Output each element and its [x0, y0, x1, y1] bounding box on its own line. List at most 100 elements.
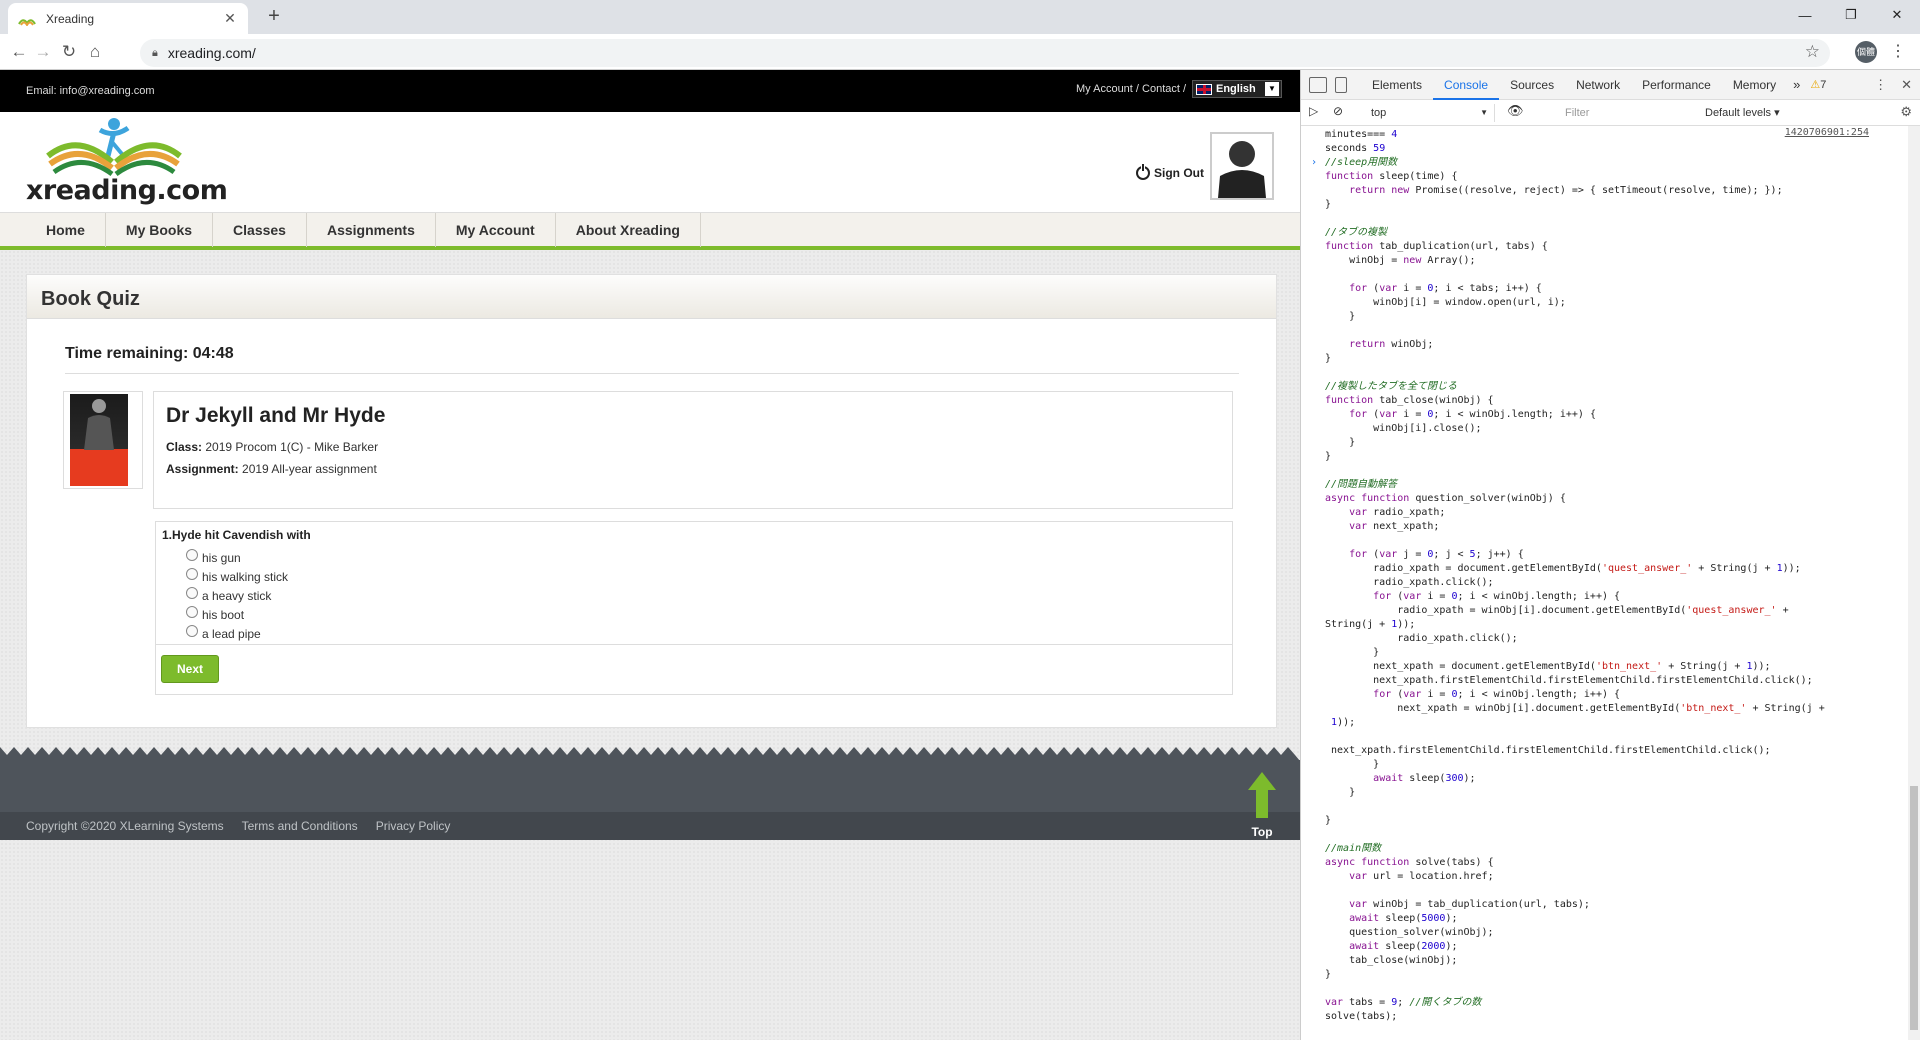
console-line: tab_close(winObj);	[1325, 955, 1458, 966]
radio-button[interactable]	[186, 567, 198, 580]
console-line: async function solve(tabs) {	[1325, 857, 1494, 868]
privacy-link[interactable]: Privacy Policy	[376, 819, 451, 833]
main-navigation: Home My Books Classes Assignments My Acc…	[0, 212, 1300, 250]
clear-console-icon[interactable]: ⊘	[1333, 104, 1343, 118]
new-tab-button[interactable]: +	[262, 5, 286, 28]
radio-button[interactable]	[186, 605, 198, 618]
console-line: }	[1325, 815, 1332, 826]
panel-title: Book Quiz	[27, 275, 1276, 319]
nav-home[interactable]: Home	[0, 213, 106, 247]
forward-arrow-icon[interactable]: →	[32, 41, 54, 63]
profile-avatar[interactable]: 個體	[1855, 41, 1877, 63]
tab-sources[interactable]: Sources	[1499, 70, 1565, 100]
nav-about-xreading[interactable]: About Xreading	[556, 213, 701, 247]
tab-console[interactable]: Console	[1433, 70, 1500, 100]
sign-out-label: Sign Out	[1154, 166, 1204, 180]
answer-option[interactable]: his walking stick	[186, 567, 1226, 586]
minimize-icon[interactable]: —	[1782, 0, 1828, 30]
footer-zigzag-divider	[0, 747, 1300, 761]
console-line: //複製したタブを全て閉じる	[1325, 381, 1458, 392]
back-arrow-icon[interactable]: ←	[8, 41, 30, 63]
radio-button[interactable]	[186, 548, 198, 561]
tab-memory[interactable]: Memory	[1722, 70, 1787, 100]
source-link[interactable]: 1420706901:254	[1785, 126, 1869, 140]
user-avatar[interactable]	[1210, 132, 1274, 200]
devtools-close-icon[interactable]: ✕	[1901, 77, 1912, 93]
terms-link[interactable]: Terms and Conditions	[242, 819, 358, 833]
chevron-down-icon: ▼	[1265, 82, 1279, 96]
account-contact-links[interactable]: My Account / Contact /	[1076, 83, 1186, 95]
device-toolbar-icon[interactable]	[1335, 76, 1347, 93]
language-select[interactable]: English ▼	[1192, 80, 1282, 98]
console-line: for (var i = 0; i < winObj.length; i++) …	[1373, 689, 1621, 700]
inspect-element-icon[interactable]	[1309, 76, 1327, 93]
sign-out-button[interactable]: Sign Out	[1136, 164, 1204, 180]
radio-button[interactable]	[186, 586, 198, 599]
browser-menu-icon[interactable]: ⋮	[1890, 41, 1906, 61]
nav-assignments[interactable]: Assignments	[307, 213, 436, 247]
browser-toolbar: ← → ↻ ⌂ 🔒︎ xreading.com/ ☆ 個體 ⋮	[0, 34, 1920, 70]
contact-email: Email: info@xreading.com	[26, 85, 155, 97]
console-line: }	[1325, 451, 1332, 462]
log-levels-select[interactable]: Default levels ▾	[1705, 104, 1780, 122]
tab-elements[interactable]: Elements	[1361, 70, 1433, 100]
console-line: }	[1325, 759, 1380, 770]
console-line: next_xpath.firstElementChild.firstElemen…	[1325, 675, 1813, 686]
book-cover-image	[70, 394, 128, 486]
home-icon[interactable]: ⌂	[84, 41, 106, 63]
console-output[interactable]: 1420706901:254 minutes=== 4 seconds 59//s…	[1301, 126, 1909, 1040]
browser-tab[interactable]: Xreading ✕	[8, 3, 248, 34]
answer-option[interactable]: a lead pipe	[186, 624, 1226, 643]
nav-my-books[interactable]: My Books	[106, 213, 214, 247]
console-line: radio_xpath.click();	[1325, 577, 1494, 588]
console-line: solve(tabs);	[1325, 1011, 1398, 1022]
copyright-text: Copyright ©2020 XLearning Systems	[26, 819, 224, 833]
tab-performance[interactable]: Performance	[1631, 70, 1722, 100]
console-line: return new Promise((resolve, reject) => …	[1349, 185, 1783, 196]
up-arrow-icon	[1248, 772, 1276, 818]
sidebar-toggle-icon[interactable]: ▷	[1309, 104, 1318, 118]
context-select[interactable]: top ▼	[1367, 104, 1495, 122]
site-top-bar: Email: info@xreading.com My Account / Co…	[0, 70, 1300, 112]
gear-icon[interactable]: ⚙	[1900, 104, 1912, 120]
site-logo[interactable]: xreading.com	[26, 116, 228, 206]
nav-classes[interactable]: Classes	[213, 213, 307, 247]
browser-tab-strip: Xreading ✕ + — ❐ ✕	[0, 0, 1920, 34]
reload-icon[interactable]: ↻	[58, 41, 80, 63]
radio-button[interactable]	[186, 624, 198, 637]
devtools-panel: Elements Console Sources Network Perform…	[1300, 70, 1920, 1040]
answer-option[interactable]: a heavy stick	[186, 586, 1226, 605]
nav-my-account[interactable]: My Account	[436, 213, 556, 247]
scrollbar-thumb[interactable]	[1910, 786, 1918, 1030]
console-scrollbar[interactable]	[1908, 126, 1920, 1040]
tab-network[interactable]: Network	[1565, 70, 1631, 100]
window-close-icon[interactable]: ✕	[1874, 0, 1920, 30]
console-line: }	[1325, 311, 1356, 322]
more-tabs-icon[interactable]: »	[1787, 77, 1806, 92]
console-line: for (var j = 0; j < 5; j++) {	[1349, 549, 1524, 560]
next-button[interactable]: Next	[161, 655, 219, 683]
answer-option[interactable]: his boot	[186, 605, 1226, 624]
filter-input[interactable]: Filter	[1561, 104, 1701, 122]
web-page: Email: info@xreading.com My Account / Co…	[0, 70, 1300, 1040]
restore-icon[interactable]: ❐	[1828, 0, 1874, 30]
bookmark-star-icon[interactable]: ☆	[1805, 42, 1820, 62]
back-to-top-button[interactable]: Top	[1244, 772, 1280, 839]
warning-count[interactable]: ⚠7	[1806, 78, 1826, 91]
console-line: var radio_xpath;	[1349, 507, 1446, 518]
tab-close-icon[interactable]: ✕	[222, 10, 238, 27]
console-line: await sleep(300);	[1373, 773, 1476, 784]
class-label: Class:	[166, 440, 203, 454]
address-bar[interactable]: 🔒︎ xreading.com/ ☆	[140, 39, 1830, 67]
console-toolbar: ▷ ⊘ top ▼ 👁︎ Filter Default levels ▾ ⚙	[1301, 100, 1920, 126]
uk-flag-icon	[1196, 83, 1212, 95]
devtools-menu-icon[interactable]: ⋮	[1874, 77, 1887, 93]
answer-option[interactable]: his gun	[186, 548, 1226, 567]
live-expression-eye-icon[interactable]: 👁︎	[1507, 103, 1524, 119]
console-line: winObj = new Array();	[1325, 255, 1476, 266]
question-text: 1.Hyde hit Cavendish with	[162, 528, 311, 542]
